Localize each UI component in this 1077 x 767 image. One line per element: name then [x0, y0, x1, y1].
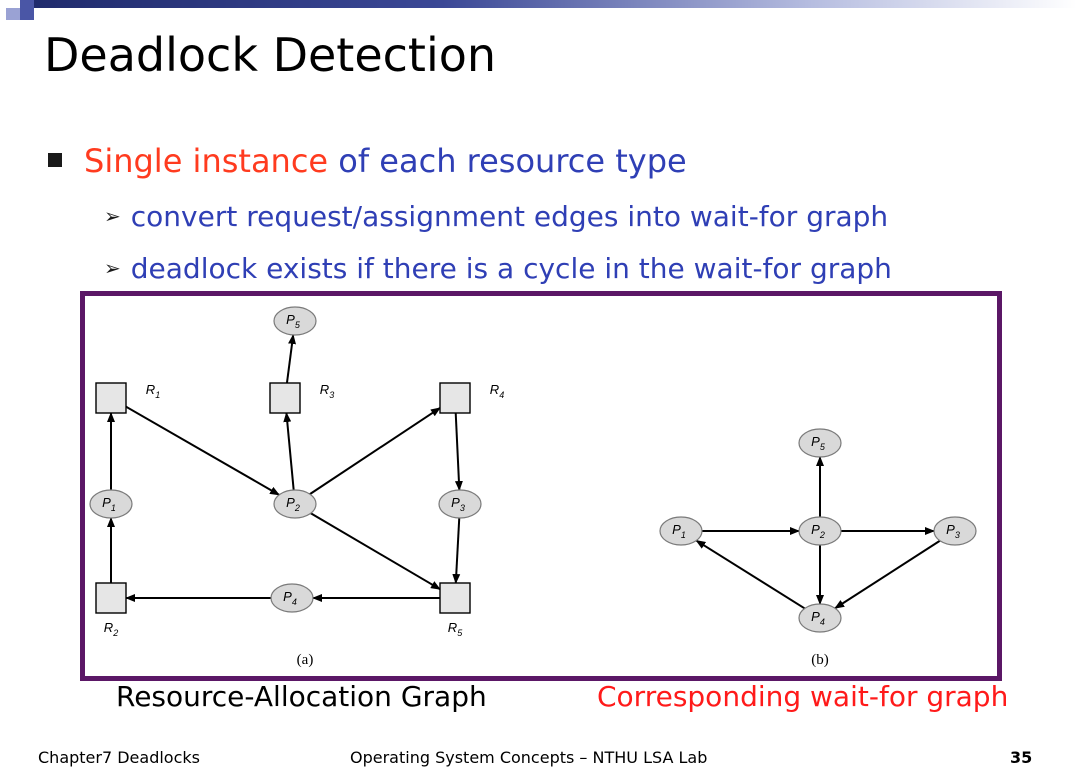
a-resource-label-r3: R3: [320, 382, 334, 400]
a-edge-p2-r3: [283, 412, 295, 491]
a-edge-r1-p2: [125, 405, 280, 496]
square-bullet-icon: [48, 153, 62, 167]
top-accent-bar: [20, 0, 1077, 8]
a-edge-r3-p5: [285, 333, 296, 384]
subbullet-2-text: deadlock exists if there is a cycle in t…: [130, 252, 892, 285]
graph-figure: R1R2R3 R4R5P1 P2 P3P4P5(a)P1 P2 P3P4P5(b): [89, 306, 977, 668]
main-bullet: Single instance of each resource type: [48, 142, 687, 180]
slide-title: Deadlock Detection: [44, 28, 497, 82]
a-resource-label-r5: R5: [448, 620, 463, 638]
footer-page-number: 35: [1010, 748, 1033, 767]
a-resource-r2: [95, 582, 127, 614]
a-resource-r4: [439, 382, 471, 414]
a-resource-r1: [95, 382, 127, 414]
a-resource-r3: [269, 382, 301, 414]
figure-b-caption: (b): [811, 652, 829, 668]
a-resource-label-r1: R1: [146, 382, 160, 400]
corner-accent-light: [6, 8, 20, 20]
caption-resource-allocation-graph: Resource-Allocation Graph: [116, 680, 487, 713]
subbullet-1-text: convert request/assignment edges into wa…: [130, 200, 889, 233]
caption-wait-for-graph: Corresponding wait-for graph: [597, 680, 1009, 713]
arrow-bullet-icon: ➢: [104, 256, 121, 280]
a-resource-label-r2: R2: [104, 620, 118, 638]
figure-a-caption: (a): [297, 652, 314, 668]
bullet-rest: of each resource type: [328, 142, 687, 180]
a-resource-label-r4: R4: [490, 382, 504, 400]
subbullet-2: ➢ deadlock exists if there is a cycle in …: [104, 252, 892, 285]
footer-chapter: Chapter7 Deadlocks: [38, 748, 200, 767]
a-edge-p3-r5: [452, 517, 461, 584]
b-edge-p4-p1: [695, 539, 806, 610]
a-edge-p2-r5: [310, 512, 441, 591]
a-resource-r5: [439, 582, 471, 614]
corner-accent: [20, 0, 34, 20]
b-edge-p3-p4: [834, 539, 941, 610]
a-edge-p2-r4: [309, 407, 441, 495]
footer-course: Operating System Concepts – NTHU LSA Lab: [350, 748, 708, 767]
arrow-bullet-icon: ➢: [104, 204, 121, 228]
a-edge-r4-p3: [454, 412, 463, 492]
subbullet-1: ➢ convert request/assignment edges into w…: [104, 200, 888, 233]
bullet-highlight: Single instance: [84, 142, 329, 180]
figure-frame: R1 R2 R3 R4 R5 P1 P2 P3 P4 P5 (a) P1 P2 P3 P4 P5 (b): [80, 291, 1002, 681]
